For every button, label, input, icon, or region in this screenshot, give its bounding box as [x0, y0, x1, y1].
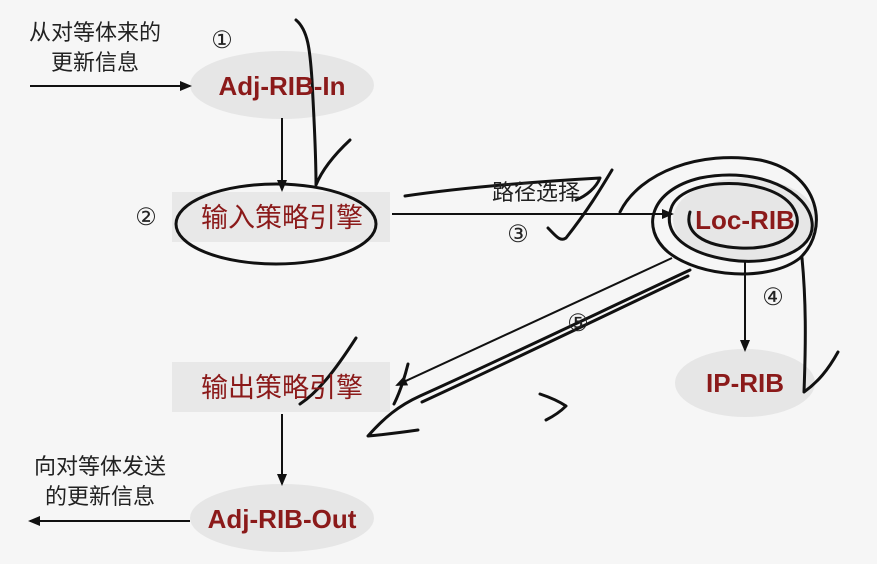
to-peer-label-line1: 向对等体发送: [34, 455, 166, 480]
step-marker-3: ③: [507, 220, 529, 248]
ip-rib-label: IP-RIB: [706, 368, 784, 398]
route-selection-label: 路径选择: [492, 181, 580, 206]
to-peer-label-line2: 的更新信息: [45, 485, 155, 510]
from-peer-label-line2: 更新信息: [51, 51, 139, 76]
bgp-route-flow-diagram: Adj-RIB-In 输入策略引擎 Loc-RIB IP-RIB 输出策略引擎 …: [28, 18, 840, 552]
step-marker-1: ①: [211, 26, 233, 54]
ink-arrow-to-output-policy: [366, 268, 692, 438]
loc-rib-to-output-policy-arrow: [395, 257, 673, 386]
step-marker-4: ④: [762, 283, 784, 311]
loc-rib-label: Loc-RIB: [695, 205, 795, 235]
from-peer-label-line1: 从对等体来的: [29, 21, 161, 46]
diagram-canvas: Adj-RIB-In 输入策略引擎 Loc-RIB IP-RIB 输出策略引擎 …: [0, 0, 877, 564]
step-marker-5: ⑤: [567, 309, 589, 337]
adj-rib-in-label: Adj-RIB-In: [218, 71, 345, 101]
ink-arrow-tip-output: [392, 362, 410, 406]
ink-stray-mark: [538, 392, 568, 422]
input-policy-label: 输入策略引擎: [201, 203, 363, 234]
adj-rib-out-label: Adj-RIB-Out: [208, 504, 357, 534]
step-marker-2: ②: [135, 203, 157, 231]
output-policy-label: 输出策略引擎: [201, 373, 363, 404]
